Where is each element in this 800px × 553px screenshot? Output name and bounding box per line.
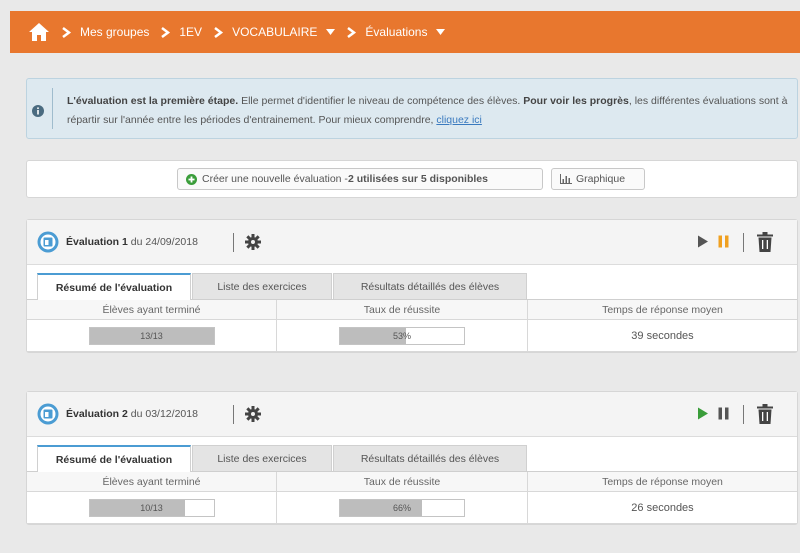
- evaluation-header: Évaluation 2 du 03/12/2018: [27, 392, 797, 437]
- pause-icon[interactable]: [718, 235, 729, 248]
- evaluation-header: Évaluation 1 du 24/09/2018: [27, 220, 797, 265]
- info-divider: [52, 88, 53, 129]
- tab-resume[interactable]: Résumé de l'évaluation: [37, 273, 191, 300]
- column-header: Temps de réponse moyen: [528, 472, 797, 492]
- success-progress-bar: 53%: [339, 326, 465, 345]
- success-progress-label: 53%: [392, 330, 411, 341]
- evaluation-name: Évaluation 2: [66, 408, 128, 420]
- bar-chart-icon: [560, 174, 572, 184]
- success-cell: 66%: [277, 492, 528, 524]
- gear-icon[interactable]: [245, 406, 261, 422]
- column-header: Taux de réussite: [277, 472, 528, 492]
- pause-icon[interactable]: [718, 407, 729, 420]
- chevron-right-icon: [214, 26, 224, 38]
- breadcrumb-subject[interactable]: VOCABULAIRE: [232, 25, 317, 39]
- table-header-row: Élèves ayant terminé Taux de réussite Te…: [27, 472, 797, 492]
- evaluation-tabs: Résumé de l'évaluation Liste des exercic…: [27, 437, 797, 472]
- caret-down-icon[interactable]: [326, 29, 336, 35]
- column-header: Temps de réponse moyen: [528, 300, 797, 320]
- summary-table: Élèves ayant terminé Taux de réussite Te…: [27, 300, 797, 352]
- graph-button[interactable]: Graphique: [551, 168, 645, 190]
- finished-progress-label: 10/13: [140, 502, 163, 513]
- header-divider: [233, 233, 234, 252]
- header-divider: [233, 405, 234, 424]
- evaluation-date: du 24/09/2018: [127, 236, 198, 248]
- evaluation-usage: 2 utilisées sur 5 disponibles: [347, 173, 488, 185]
- evaluation-tabs: Résumé de l'évaluation Liste des exercic…: [27, 265, 797, 300]
- info-bold-2: Pour voir les progrès: [523, 95, 629, 107]
- column-header: Taux de réussite: [277, 300, 528, 320]
- breadcrumb-evaluations[interactable]: Évaluations: [365, 25, 427, 39]
- chevron-right-icon: [347, 26, 357, 38]
- table-row: 10/13 66% 26 secondes: [27, 492, 797, 524]
- chevron-right-icon: [161, 26, 171, 38]
- trash-icon[interactable]: [757, 232, 773, 252]
- success-progress-bar: 66%: [339, 498, 465, 517]
- table-header-row: Élèves ayant terminé Taux de réussite Te…: [27, 300, 797, 320]
- caret-down-icon[interactable]: [436, 29, 446, 35]
- tab-exercices[interactable]: Liste des exercices: [192, 445, 332, 471]
- evaluation-date: du 03/12/2018: [127, 408, 198, 420]
- finished-progress-bar: 13/13: [88, 326, 215, 345]
- summary-table: Élèves ayant terminé Taux de réussite Te…: [27, 472, 797, 524]
- tab-resume[interactable]: Résumé de l'évaluation: [37, 445, 191, 472]
- evaluation-icon: [37, 231, 59, 253]
- column-header: Élèves ayant terminé: [27, 472, 277, 492]
- header-divider: [743, 405, 744, 424]
- trash-icon[interactable]: [757, 404, 773, 424]
- create-evaluation-label: Créer une nouvelle évaluation -: [202, 173, 348, 185]
- table-row: 13/13 53% 39 secondes: [27, 320, 797, 352]
- success-cell: 53%: [277, 320, 528, 352]
- average-time: 26 secondes: [528, 492, 797, 524]
- top-navigation-bar: Mes groupes 1EV VOCABULAIRE Évaluations: [10, 11, 800, 53]
- header-divider: [743, 233, 744, 252]
- info-text: L'évaluation est la première étape. Elle…: [67, 92, 792, 130]
- chevron-right-icon: [62, 26, 71, 38]
- info-link[interactable]: cliquez ici: [436, 114, 482, 126]
- tab-resultats[interactable]: Résultats détaillés des élèves: [333, 445, 527, 471]
- evaluation-title: Évaluation 2 du 03/12/2018: [66, 408, 198, 420]
- info-box: L'évaluation est la première étape. Elle…: [26, 78, 798, 139]
- evaluation-name: Évaluation 1: [66, 236, 128, 248]
- info-text-1: Elle permet d'identifier le niveau de co…: [238, 95, 524, 107]
- plus-circle-icon: [186, 173, 197, 185]
- tab-exercices[interactable]: Liste des exercices: [192, 273, 332, 299]
- evaluation-panel: Évaluation 1 du 24/09/2018 Résumé de l'é…: [26, 219, 798, 353]
- action-bar: Créer une nouvelle évaluation - 2 utilis…: [26, 160, 798, 198]
- finished-progress-bar: 10/13: [88, 498, 215, 517]
- finished-cell: 10/13: [27, 492, 277, 524]
- breadcrumb-mes-groupes[interactable]: Mes groupes: [80, 25, 149, 39]
- gear-icon[interactable]: [245, 234, 261, 250]
- evaluation-icon: [37, 403, 59, 425]
- evaluation-panel: Évaluation 2 du 03/12/2018 Résumé de l'é…: [26, 391, 798, 525]
- play-icon[interactable]: [697, 407, 709, 420]
- success-progress-label: 66%: [392, 502, 411, 513]
- evaluation-title: Évaluation 1 du 24/09/2018: [66, 236, 198, 248]
- finished-cell: 13/13: [27, 320, 277, 352]
- column-header: Élèves ayant terminé: [27, 300, 277, 320]
- breadcrumb-group[interactable]: 1EV: [179, 25, 202, 39]
- info-icon: [32, 105, 44, 117]
- create-evaluation-button[interactable]: Créer une nouvelle évaluation - 2 utilis…: [177, 168, 543, 190]
- average-time: 39 secondes: [528, 320, 797, 352]
- graph-label: Graphique: [576, 173, 626, 185]
- home-icon[interactable]: [28, 22, 50, 42]
- play-icon[interactable]: [697, 235, 709, 248]
- info-bold-1: L'évaluation est la première étape.: [67, 95, 239, 107]
- finished-progress-label: 13/13: [140, 330, 163, 341]
- tab-resultats[interactable]: Résultats détaillés des élèves: [333, 273, 527, 299]
